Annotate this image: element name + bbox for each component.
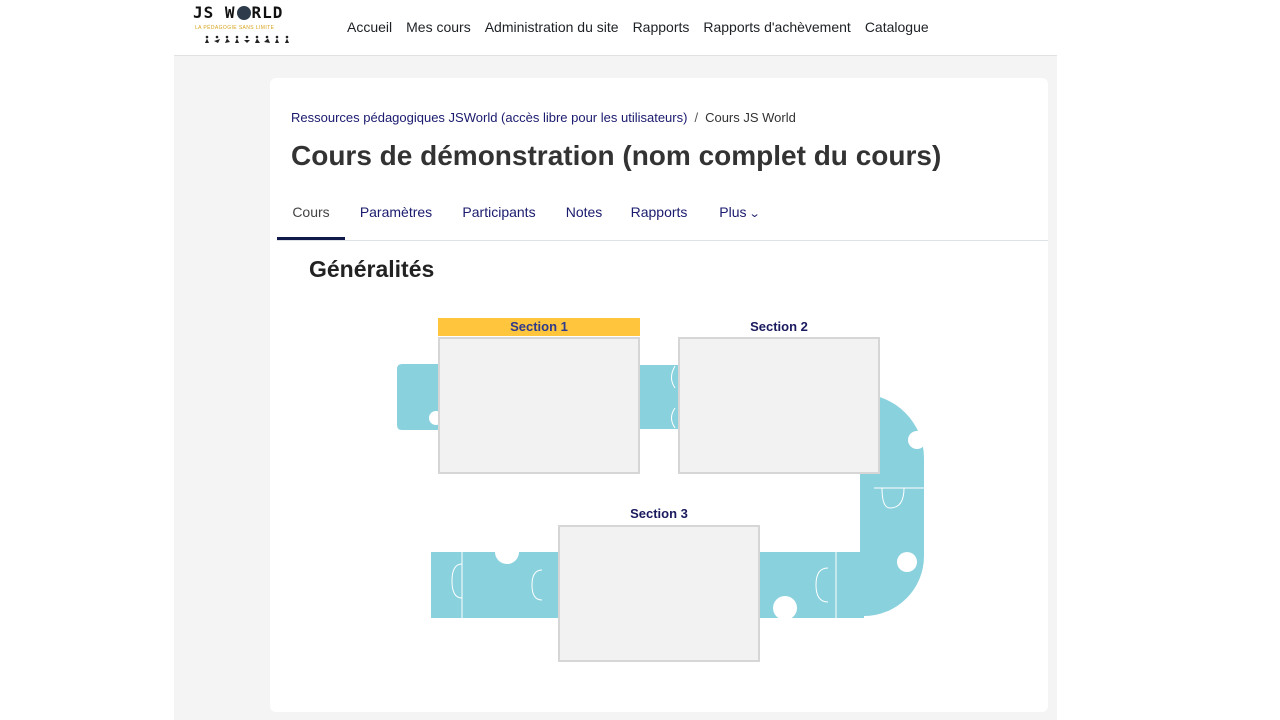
- site-logo[interactable]: JS W RLD LA PÉDAGOGIE SANS LIMITE: [193, 4, 311, 54]
- athletes-silhouettes-icon: [205, 35, 289, 43]
- nav-mes-cours[interactable]: Mes cours: [399, 18, 478, 36]
- section-3-label[interactable]: Section 3: [558, 505, 760, 523]
- globe-icon: [236, 6, 251, 20]
- section-3-tile[interactable]: [558, 525, 760, 662]
- nav-administration[interactable]: Administration du site: [478, 18, 626, 36]
- section-1-tile[interactable]: [438, 337, 640, 474]
- nav-catalogue[interactable]: Catalogue: [858, 18, 936, 36]
- section-1-label[interactable]: Section 1: [438, 318, 640, 336]
- nav-rapports[interactable]: Rapports: [626, 18, 697, 36]
- section-2-label[interactable]: Section 2: [678, 318, 880, 336]
- course-content-card: Ressources pédagogiques JSWorld (accès l…: [270, 78, 1048, 712]
- primary-navigation: Accueil Mes cours Administration du site Ra…: [340, 18, 936, 38]
- nav-accueil[interactable]: Accueil: [340, 18, 399, 36]
- logo-tagline: LA PÉDAGOGIE SANS LIMITE: [195, 25, 275, 31]
- section-2-tile[interactable]: [678, 337, 880, 474]
- nav-rapports-achevement[interactable]: Rapports d'achèvement: [696, 18, 857, 36]
- logo-title: JS W RLD: [193, 3, 284, 22]
